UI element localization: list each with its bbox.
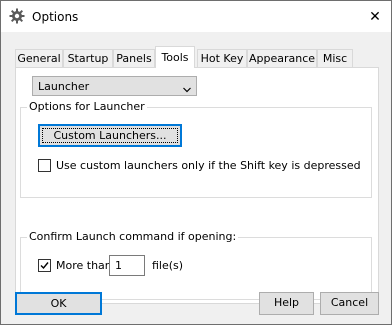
launcher-options-group: Options for Launcher Custom Launchers...… <box>20 100 372 198</box>
more-than-checkbox-label[interactable]: More than <box>56 259 112 272</box>
cancel-button-label: Cancel <box>330 296 369 309</box>
shift-key-checkbox-label[interactable]: Use custom launchers only if the Shift k… <box>56 159 361 172</box>
cancel-button[interactable]: Cancel <box>320 292 379 315</box>
tools-tab-panel: Launcher Options for Launcher Custom Lau… <box>15 67 379 304</box>
gear-icon <box>9 8 25 24</box>
tab-startup[interactable]: Startup <box>63 49 113 67</box>
options-dialog: Options ✕ General Startup Panels Tools H… <box>0 0 392 325</box>
help-button-label: Help <box>273 296 300 309</box>
tab-label: Startup <box>67 52 109 65</box>
tool-select-dropdown[interactable]: Launcher <box>32 76 197 96</box>
tab-label: Hot Key <box>200 52 244 65</box>
file-count-value: 1 <box>115 259 122 272</box>
confirm-launch-group-label: Confirm Launch command if opening: <box>27 230 239 243</box>
more-than-checkbox[interactable] <box>38 259 51 272</box>
tab-panels[interactable]: Panels <box>113 49 155 67</box>
tab-label: Panels <box>116 52 152 65</box>
custom-launchers-button[interactable]: Custom Launchers... <box>38 124 182 147</box>
ok-button-label: OK <box>50 297 67 310</box>
tab-misc[interactable]: Misc <box>317 49 353 67</box>
window-title: Options <box>32 10 79 24</box>
tab-hot-key[interactable]: Hot Key <box>197 49 247 67</box>
tab-appearance[interactable]: Appearance <box>247 49 317 67</box>
title-bar: Options ✕ <box>1 1 391 32</box>
checkmark-icon <box>40 262 49 270</box>
files-suffix-label: file(s) <box>152 259 184 272</box>
tab-label: Misc <box>322 52 348 65</box>
help-button[interactable]: Help <box>259 292 314 315</box>
tab-label: Appearance <box>248 52 316 65</box>
confirm-launch-group: Confirm Launch command if opening: More … <box>20 230 372 300</box>
launcher-options-group-label: Options for Launcher <box>27 100 147 113</box>
tab-label: General <box>17 52 61 65</box>
file-count-input[interactable]: 1 <box>109 255 145 276</box>
tab-label: Tools <box>161 51 189 64</box>
tab-tools[interactable]: Tools <box>155 46 195 68</box>
tab-general[interactable]: General <box>15 49 63 67</box>
chevron-down-icon <box>183 83 191 93</box>
ok-button[interactable]: OK <box>15 292 102 315</box>
close-button[interactable]: ✕ <box>367 9 383 25</box>
tool-select-value: Launcher <box>38 80 90 93</box>
dialog-body: General Startup Panels Tools Hot Key App… <box>1 32 391 324</box>
shift-key-checkbox[interactable] <box>38 159 51 172</box>
custom-launchers-button-label: Custom Launchers... <box>53 129 167 142</box>
